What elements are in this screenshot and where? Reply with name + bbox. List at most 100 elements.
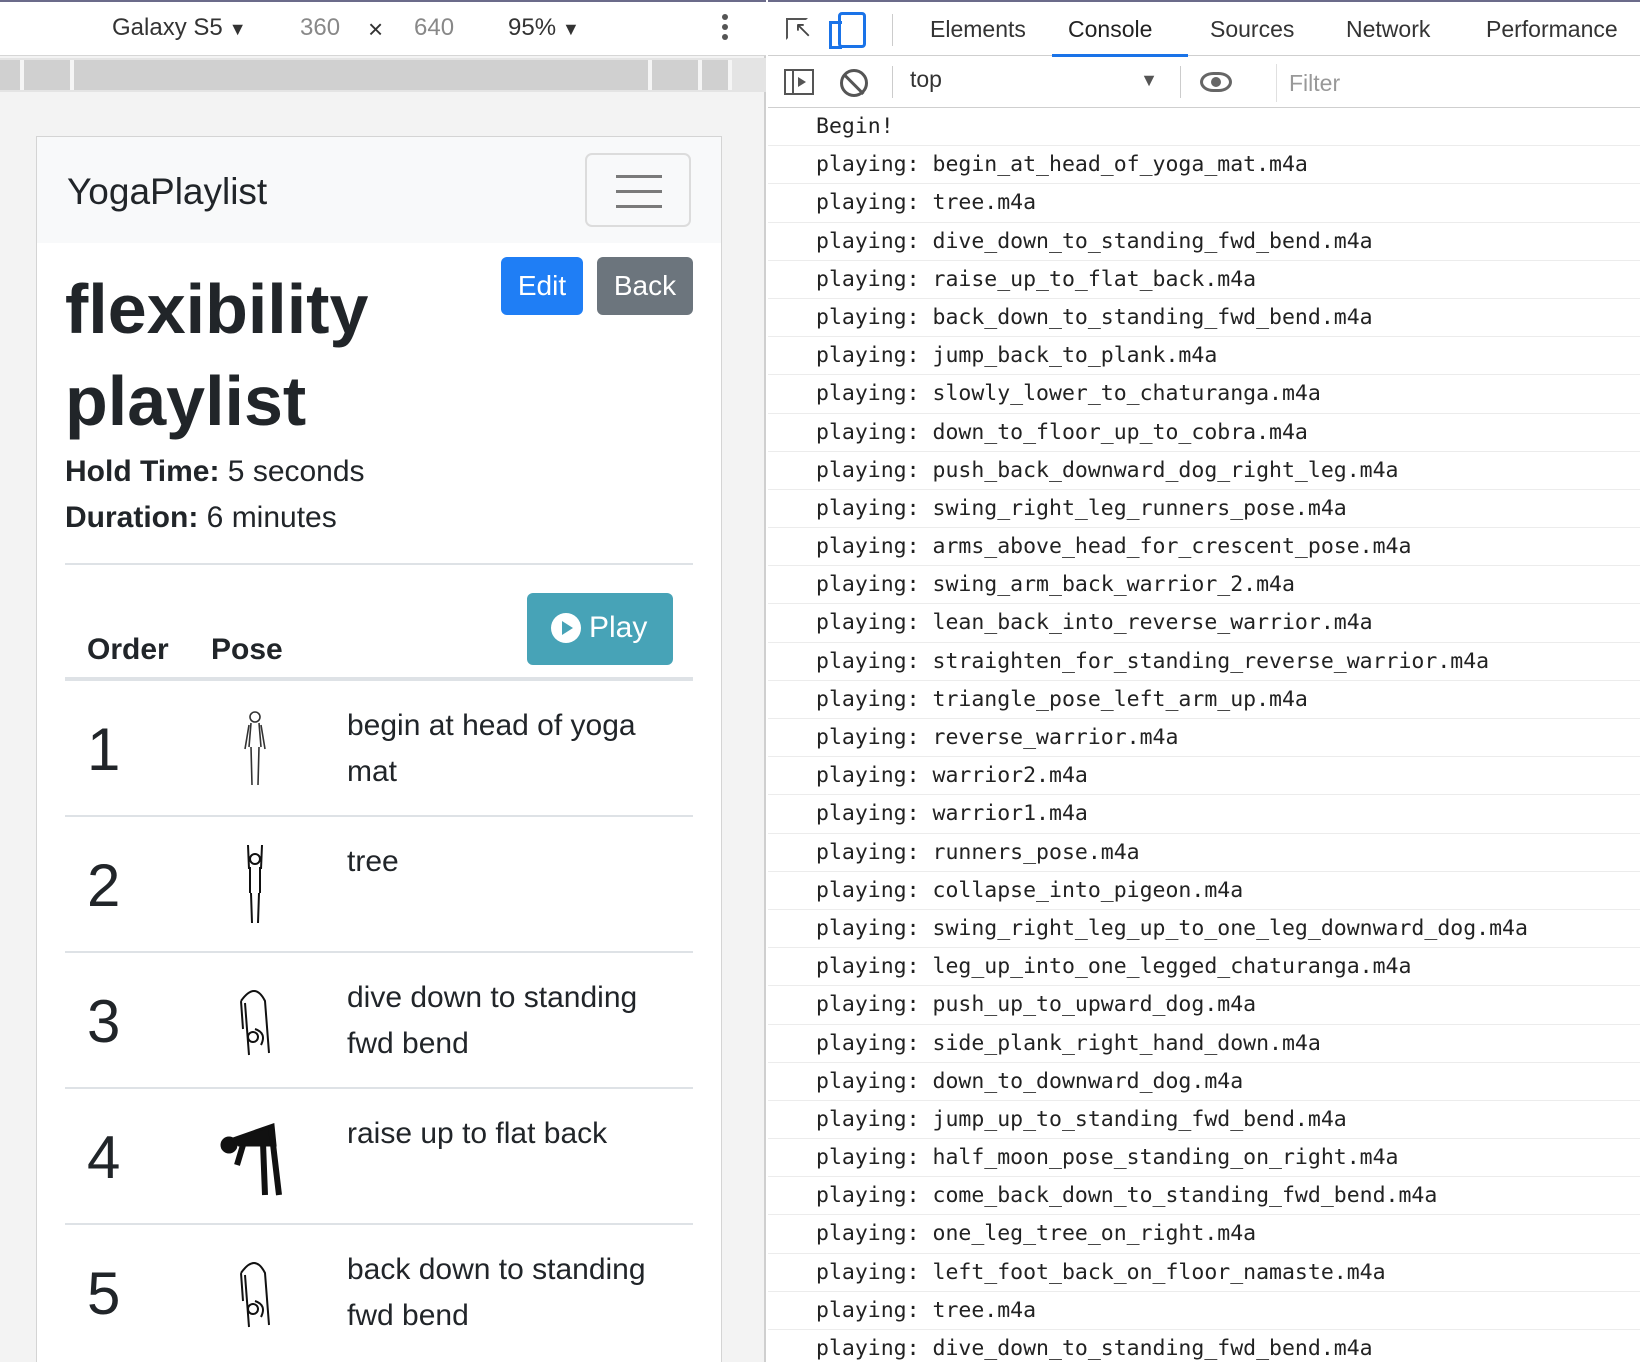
console-message: playing: push_up_to_upward_dog.m4a [768,986,1640,1025]
live-expression-eye-icon[interactable] [1200,72,1232,92]
console-message: playing: runners_pose.m4a [768,834,1640,872]
console-message: playing: down_to_floor_up_to_cobra.m4a [768,414,1640,452]
ruler-segment[interactable] [74,60,652,90]
console-message: playing: jump_up_to_standing_fwd_bend.m4… [768,1101,1640,1140]
clear-console-icon[interactable] [840,69,868,97]
row-pose-name: back down to standing fwd bend [347,1253,646,1332]
console-messages: Begin! playing: begin_at_head_of_yoga_mat… [768,108,1640,1362]
console-message: playing: straighten_for_standing_reverse… [768,643,1640,681]
table-row[interactable]: 2 tree [65,815,693,957]
column-header-order: Order [87,633,169,666]
height-input[interactable]: 640 [414,14,454,42]
console-message: playing: dive_down_to_standing_fwd_bend.… [768,223,1640,261]
context-label: top [910,66,942,92]
zoom-label: 95% [508,14,557,41]
console-message: playing: reverse_warrior.m4a [768,719,1640,758]
tab-sources[interactable]: Sources [1210,16,1294,43]
active-tab-indicator [1052,54,1188,57]
navbar-brand[interactable]: YogaPlaylist [67,171,267,213]
navbar: YogaPlaylist [37,137,721,243]
play-circle-icon [551,613,581,643]
devtools-tabbar: Elements Console Sources Network Perform… [768,0,1640,57]
hold-time-value: 5 seconds [227,455,365,488]
console-message: playing: down_to_downward_dog.m4a [768,1063,1640,1101]
device-name-label: Galaxy S5 [112,14,223,41]
play-label: Play [589,611,648,644]
console-message: playing: warrior2.m4a [768,757,1640,796]
filter-input[interactable] [1276,64,1636,102]
caret-down-icon: ▼ [228,19,247,39]
zoom-select[interactable]: 95% ▼ [508,14,580,42]
duration: Duration: 6 minutes [65,501,337,535]
console-message: playing: begin_at_head_of_yoga_mat.m4a [768,146,1640,185]
width-input[interactable]: 360 [300,14,340,42]
arms-up-figure-icon [215,843,295,927]
menu-toggle-button[interactable] [585,153,691,227]
tab-elements[interactable]: Elements [930,16,1026,43]
more-options-icon[interactable] [720,14,730,44]
duration-label: Duration: [65,501,199,534]
row-pose-name: tree [347,845,399,878]
console-message: playing: collapse_into_pigeon.m4a [768,872,1640,910]
console-message: playing: tree.m4a [768,184,1640,223]
duration-value: 6 minutes [206,501,337,534]
ruler-segment[interactable] [702,60,732,90]
console-message: playing: side_plank_right_hand_down.m4a [768,1025,1640,1063]
table-row[interactable]: 1 begin at head of yoga mat [65,679,693,821]
console-message: playing: jump_back_to_plank.m4a [768,337,1640,376]
ruler-segment[interactable] [24,60,74,90]
separator [892,14,893,46]
tab-console[interactable]: Console [1068,16,1152,43]
divider [65,563,693,565]
tab-network[interactable]: Network [1346,16,1430,43]
console-toolbar: top ▼ [768,58,1640,108]
device-emulation-pane: Galaxy S5 ▼ 360 × 640 95% ▼ YogaPlaylist f… [0,0,766,1362]
row-pose-name: dive down to standing fwd bend [347,981,638,1060]
console-message: playing: one_leg_tree_on_right.m4a [768,1215,1640,1254]
row-order: 3 [87,988,121,1055]
column-header-pose: Pose [211,633,283,666]
row-pose-name: raise up to flat back [347,1117,608,1150]
device-toolbar: Galaxy S5 ▼ 360 × 640 95% ▼ [0,0,766,56]
inspect-element-icon[interactable] [786,18,812,43]
row-pose-name: begin at head of yoga mat [347,709,636,788]
forward-fold-figure-icon [215,1251,295,1335]
context-select[interactable]: top ▼ [910,66,1170,100]
separator [1180,66,1181,98]
console-message: playing: leg_up_into_one_legged_chaturan… [768,948,1640,987]
device-viewport: YogaPlaylist flexibility playlist Edit B… [36,136,722,1362]
device-select[interactable]: Galaxy S5 ▼ [112,14,247,42]
console-message: playing: triangle_pose_left_arm_up.m4a [768,681,1640,719]
devtools-panel: Elements Console Sources Network Perform… [768,0,1640,1362]
row-order: 2 [87,852,121,919]
standing-figure-icon [215,707,295,791]
caret-down-icon: ▼ [1140,70,1158,90]
separator [892,66,893,98]
table-row[interactable]: 4 raise up to flat back [65,1087,693,1229]
tab-performance[interactable]: Performance [1486,16,1618,43]
console-message: playing: left_foot_back_on_floor_namaste… [768,1254,1640,1292]
media-query-ruler [0,58,766,92]
ruler-segment[interactable] [0,60,24,90]
console-message: playing: warrior1.m4a [768,795,1640,834]
back-button[interactable]: Back [597,257,693,315]
play-button[interactable]: Play [527,593,673,665]
edit-button[interactable]: Edit [501,257,583,315]
table-row[interactable]: 5 back down to standing fwd bend [65,1223,693,1362]
hold-time: Hold Time: 5 seconds [65,455,365,489]
toggle-device-icon[interactable] [829,12,866,49]
console-message: playing: arms_above_head_for_crescent_po… [768,528,1640,567]
row-order: 4 [87,1124,121,1191]
ruler-segment[interactable] [652,60,702,90]
table-row[interactable]: 3 dive down to standing fwd bend [65,951,693,1093]
page-title: flexibility playlist [65,270,369,440]
hold-time-label: Hold Time: [65,455,220,488]
console-message: playing: back_down_to_standing_fwd_bend.… [768,299,1640,338]
console-message: playing: raise_up_to_flat_back.m4a [768,261,1640,299]
console-message: playing: lean_back_into_reverse_warrior.… [768,604,1640,643]
console-message: playing: swing_arm_back_warrior_2.m4a [768,566,1640,605]
forward-fold-figure-icon [215,979,295,1063]
console-message: playing: dive_down_to_standing_fwd_bend.… [768,1330,1640,1362]
show-sidebar-icon[interactable] [784,69,814,95]
row-order: 5 [87,1260,121,1327]
